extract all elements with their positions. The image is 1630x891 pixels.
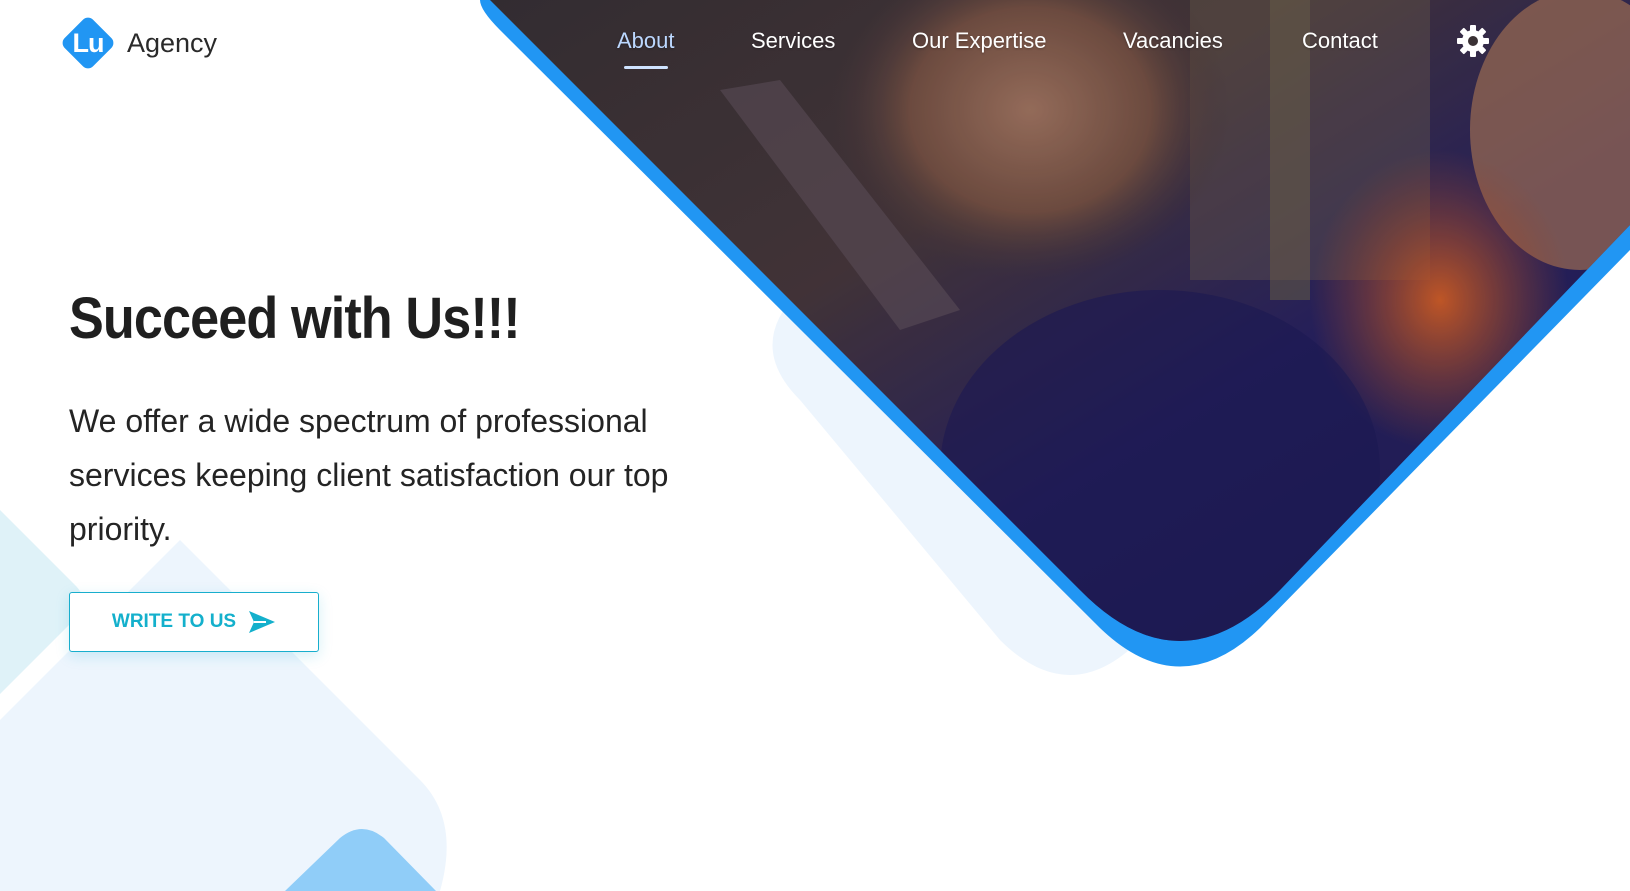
nav-item-contact[interactable]: Contact: [1302, 28, 1378, 54]
write-to-us-button[interactable]: WRITE TO US: [69, 592, 319, 652]
gear-icon[interactable]: [1455, 23, 1491, 59]
send-icon: [249, 611, 276, 633]
nav-item-services-label: Services: [751, 28, 836, 53]
hero-section: Succeed with Us!!! We offer a wide spect…: [69, 285, 689, 556]
nav-item-vacancies[interactable]: Vacancies: [1123, 28, 1223, 54]
nav-item-our-expertise[interactable]: Our Expertise: [912, 28, 1047, 54]
nav-item-about-label: About: [617, 28, 675, 53]
nav-item-expertise-label: Our Expertise: [912, 28, 1047, 53]
cta-label: WRITE TO US: [111, 611, 237, 632]
active-nav-indicator: [623, 66, 668, 69]
site-header: Lu Agency About Services Our Expertise V…: [0, 0, 1630, 90]
nav-item-about[interactable]: About: [617, 28, 675, 69]
nav-item-services[interactable]: Services: [751, 28, 835, 54]
main-nav: About Services Our Expertise Vacancies C…: [0, 24, 1630, 74]
nav-item-vacancies-label: Vacancies: [1123, 28, 1223, 53]
hero-subtitle: We offer a wide spectrum of professional…: [69, 403, 669, 547]
nav-item-contact-label: Contact: [1302, 28, 1378, 53]
hero-title: Succeed with Us!!!: [69, 286, 521, 351]
